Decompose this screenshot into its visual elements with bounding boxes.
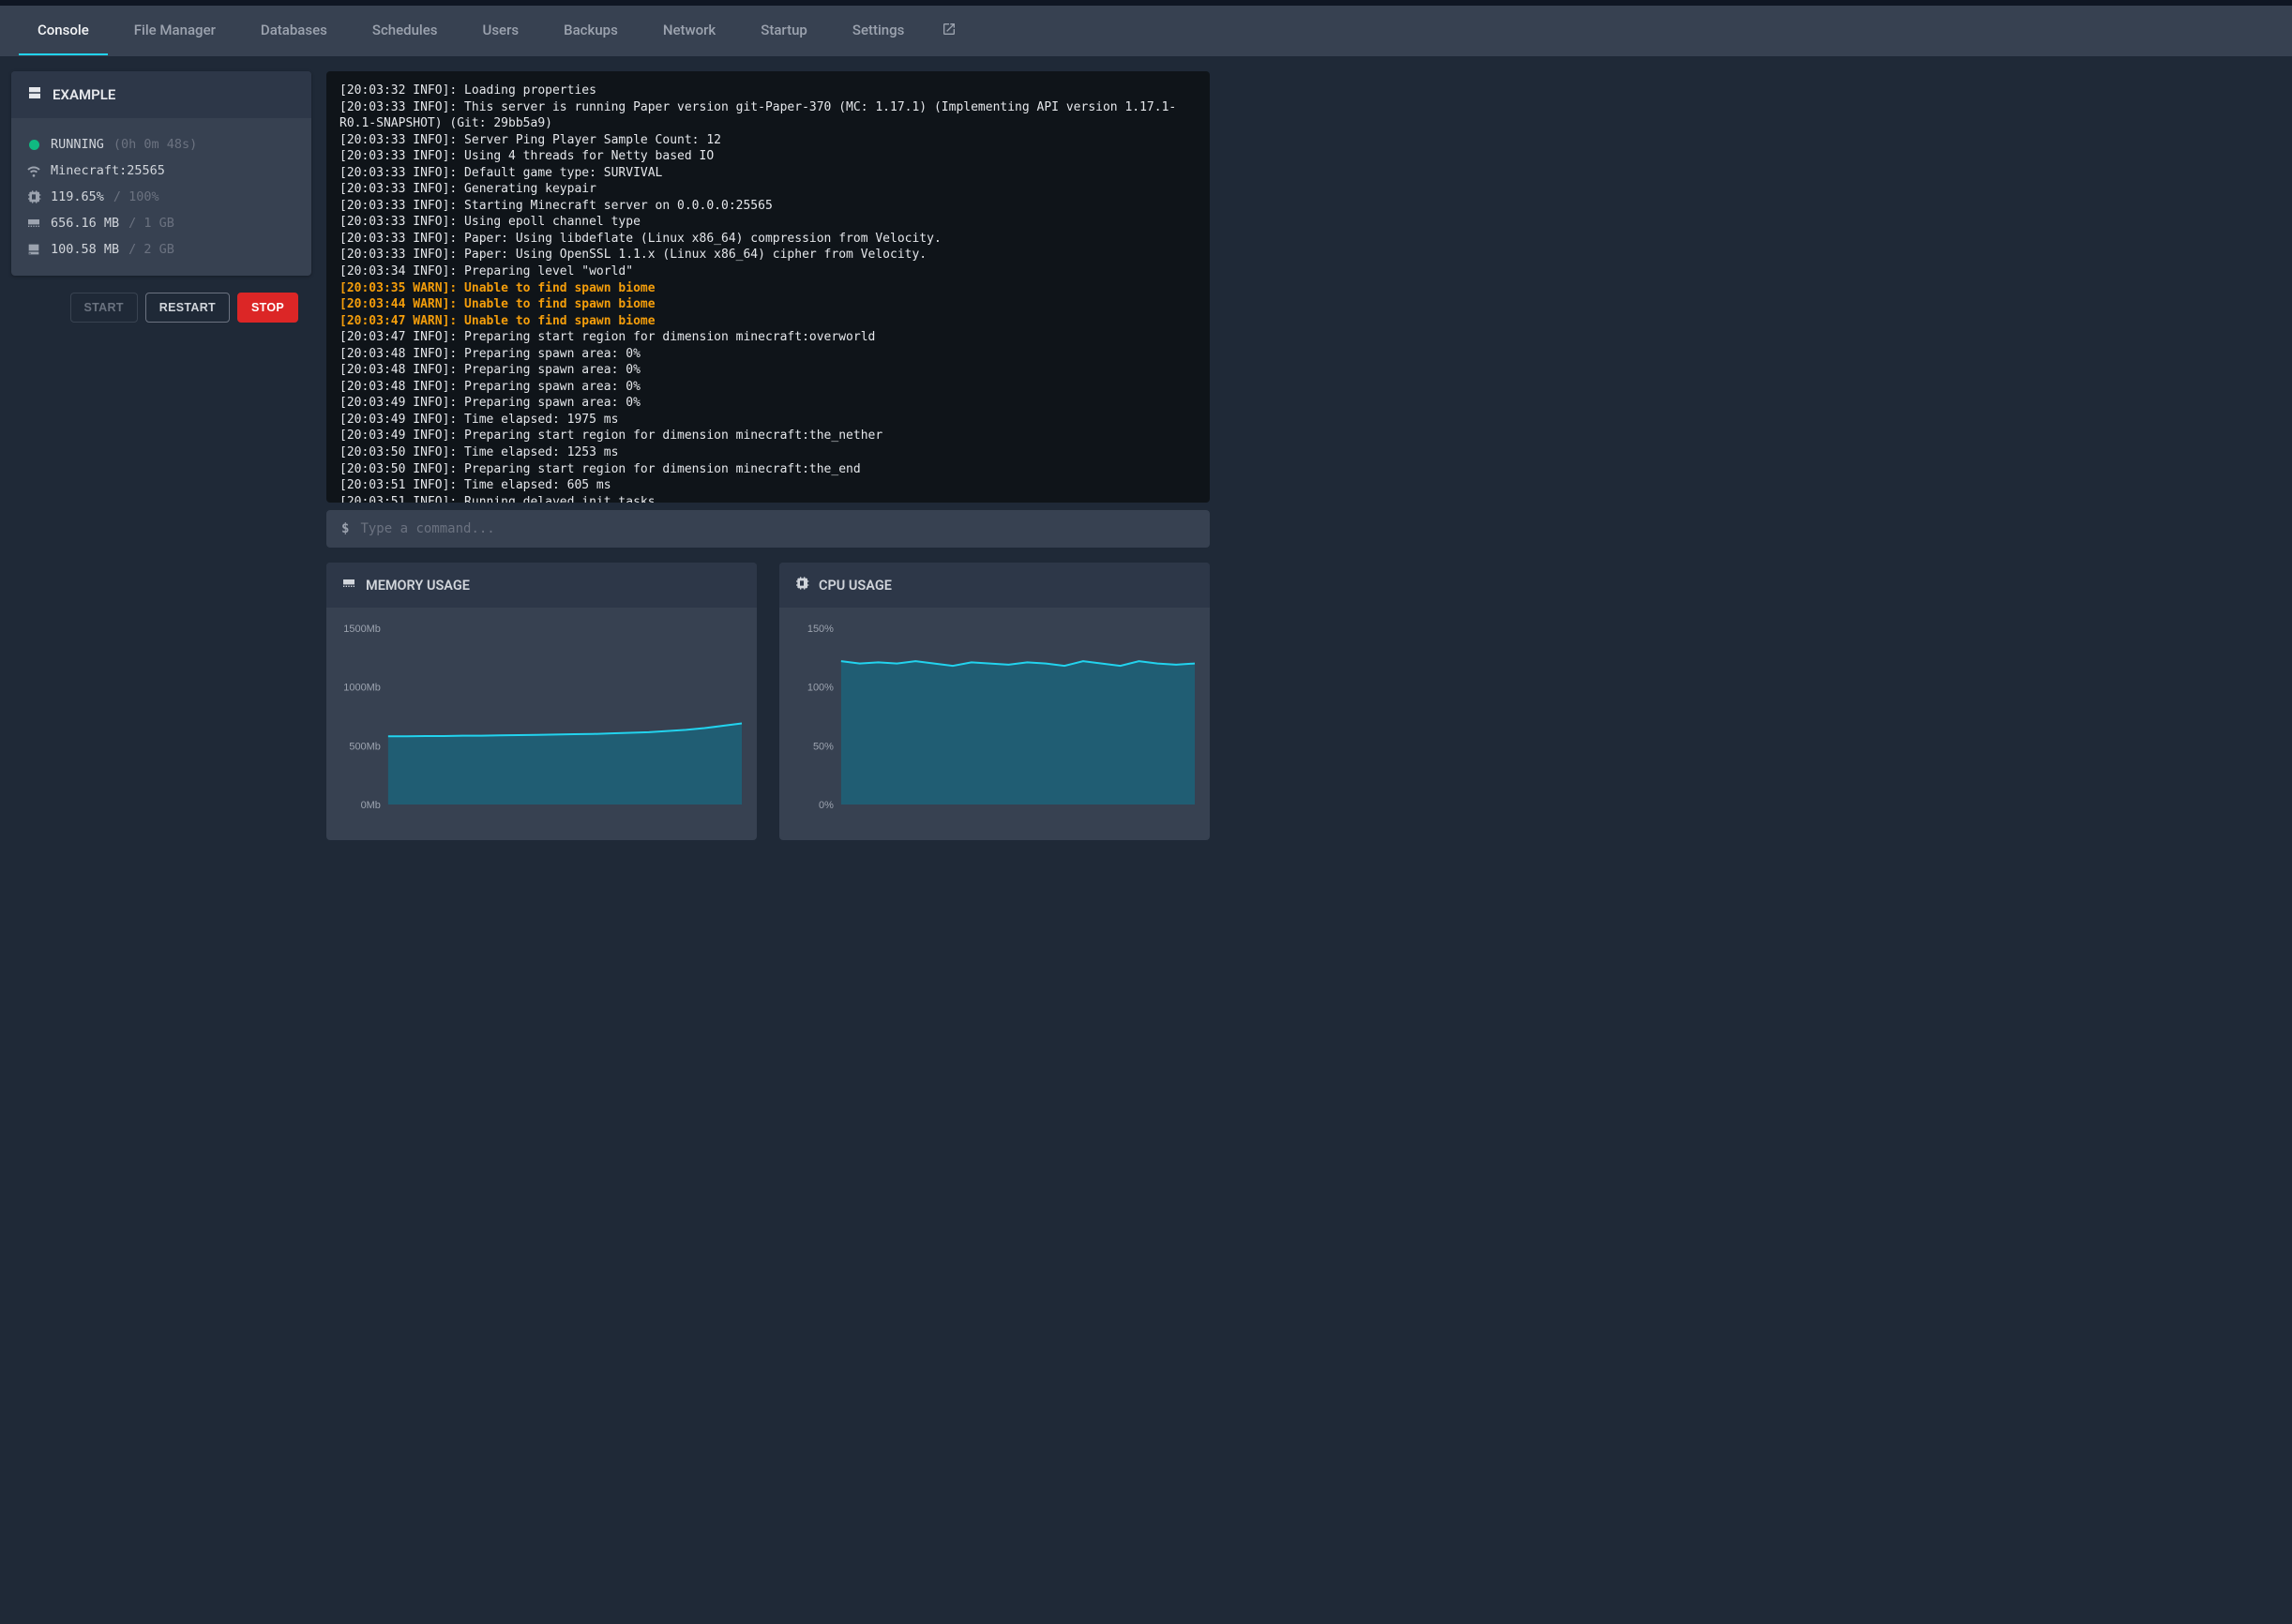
server-info-body: RUNNING (0h 0m 48s) Minecraft:25565 119.…	[11, 118, 311, 276]
console-line: [20:03:34 INFO]: Preparing level "world"	[339, 263, 1197, 280]
memory-icon	[341, 576, 356, 594]
memory-row: 656.16 MB / 1 GB	[26, 210, 296, 236]
console-line: [20:03:33 INFO]: Using epoll channel typ…	[339, 214, 1197, 231]
console-output[interactable]: [20:03:32 INFO]: Loading properties[20:0…	[326, 71, 1210, 503]
sidebar: EXAMPLE RUNNING (0h 0m 48s) Minecraft:25…	[11, 71, 311, 840]
svg-text:500Mb: 500Mb	[349, 741, 381, 752]
memory-icon	[26, 216, 41, 231]
console-line: [20:03:48 INFO]: Preparing spawn area: 0…	[339, 362, 1197, 379]
power-buttons: START RESTART STOP	[11, 276, 311, 339]
svg-text:50%: 50%	[813, 741, 834, 752]
console-line: [20:03:33 INFO]: Default game type: SURV…	[339, 165, 1197, 182]
address-value: Minecraft:25565	[51, 163, 165, 178]
main-nav: Console File Manager Databases Schedules…	[0, 6, 2292, 56]
console-line: [20:03:33 INFO]: Paper: Using libdeflate…	[339, 231, 1197, 248]
svg-text:0%: 0%	[819, 800, 834, 811]
nav-network[interactable]: Network	[644, 7, 734, 55]
console-line: [20:03:44 WARN]: Unable to find spawn bi…	[339, 296, 1197, 313]
console-line: [20:03:49 INFO]: Preparing start region …	[339, 428, 1197, 444]
server-info-header: EXAMPLE	[11, 71, 311, 118]
disk-limit: / 2 GB	[128, 242, 174, 257]
console-line: [20:03:35 WARN]: Unable to find spawn bi…	[339, 280, 1197, 297]
cpu-value: 119.65%	[51, 189, 104, 204]
console-line: [20:03:49 INFO]: Time elapsed: 1975 ms	[339, 412, 1197, 429]
memory-chart-header: MEMORY USAGE	[326, 563, 757, 608]
command-prefix: $	[341, 521, 349, 536]
restart-button[interactable]: RESTART	[145, 293, 230, 323]
console-line: [20:03:50 INFO]: Time elapsed: 1253 ms	[339, 444, 1197, 461]
memory-chart-card: MEMORY USAGE 0Mb 500Mb 1000Mb 1500Mb	[326, 563, 757, 840]
console-line: [20:03:51 INFO]: Time elapsed: 605 ms	[339, 477, 1197, 494]
status-label: RUNNING	[51, 137, 104, 152]
memory-chart-title: MEMORY USAGE	[366, 578, 470, 594]
console-line: [20:03:48 INFO]: Preparing spawn area: 0…	[339, 346, 1197, 363]
console-line: [20:03:50 INFO]: Preparing start region …	[339, 461, 1197, 478]
main-panel: [20:03:32 INFO]: Loading properties[20:0…	[326, 71, 1210, 840]
memory-chart-body: 0Mb 500Mb 1000Mb 1500Mb	[326, 608, 757, 840]
console-line: [20:03:49 INFO]: Preparing spawn area: 0…	[339, 395, 1197, 412]
hdd-icon	[26, 242, 41, 257]
svg-text:0Mb: 0Mb	[361, 800, 381, 811]
memory-chart: 0Mb 500Mb 1000Mb 1500Mb	[336, 623, 747, 820]
server-info-card: EXAMPLE RUNNING (0h 0m 48s) Minecraft:25…	[11, 71, 311, 276]
server-name: EXAMPLE	[53, 86, 115, 103]
status-dot-icon	[26, 140, 41, 150]
uptime: (0h 0m 48s)	[113, 137, 197, 152]
cpu-chart-header: CPU USAGE	[779, 563, 1210, 608]
disk-row: 100.58 MB / 2 GB	[26, 236, 296, 263]
charts-row: MEMORY USAGE 0Mb 500Mb 1000Mb 1500Mb CPU US…	[326, 563, 1210, 840]
console-line: [20:03:33 INFO]: Server Ping Player Samp…	[339, 132, 1197, 149]
console-line: [20:03:51 INFO]: Running delayed init ta…	[339, 494, 1197, 503]
command-input-wrap: $	[326, 510, 1210, 548]
cpu-row: 119.65% / 100%	[26, 184, 296, 210]
microchip-icon	[26, 189, 41, 204]
console-line: [20:03:47 INFO]: Preparing start region …	[339, 329, 1197, 346]
microchip-icon	[794, 576, 809, 594]
stop-button[interactable]: STOP	[237, 293, 298, 323]
console-line: [20:03:32 INFO]: Loading properties	[339, 83, 1197, 99]
nav-file-manager[interactable]: File Manager	[115, 7, 234, 55]
start-button[interactable]: START	[70, 293, 138, 323]
console-line: [20:03:33 INFO]: Paper: Using OpenSSL 1.…	[339, 247, 1197, 263]
status-row: RUNNING (0h 0m 48s)	[26, 131, 296, 158]
cpu-chart-title: CPU USAGE	[819, 578, 892, 594]
content-area: EXAMPLE RUNNING (0h 0m 48s) Minecraft:25…	[0, 56, 1221, 855]
server-icon	[26, 84, 43, 105]
nav-backups[interactable]: Backups	[545, 7, 637, 55]
external-link-icon[interactable]	[930, 7, 968, 55]
nav-users[interactable]: Users	[464, 7, 538, 55]
memory-limit: / 1 GB	[128, 216, 174, 231]
cpu-limit: / 100%	[113, 189, 159, 204]
cpu-chart-card: CPU USAGE 0% 50% 100% 150%	[779, 563, 1210, 840]
wifi-icon	[26, 163, 41, 178]
cpu-chart: 0% 50% 100% 150%	[789, 623, 1200, 820]
memory-value: 656.16 MB	[51, 216, 119, 231]
svg-text:150%: 150%	[807, 624, 834, 635]
nav-settings[interactable]: Settings	[834, 7, 924, 55]
console-line: [20:03:48 INFO]: Preparing spawn area: 0…	[339, 379, 1197, 396]
command-input[interactable]	[360, 521, 1195, 536]
address-row: Minecraft:25565	[26, 158, 296, 184]
disk-value: 100.58 MB	[51, 242, 119, 257]
cpu-chart-body: 0% 50% 100% 150%	[779, 608, 1210, 840]
console-line: [20:03:33 INFO]: Using 4 threads for Net…	[339, 148, 1197, 165]
console-line: [20:03:33 INFO]: This server is running …	[339, 99, 1197, 132]
svg-text:1500Mb: 1500Mb	[343, 624, 381, 635]
nav-console[interactable]: Console	[19, 7, 108, 55]
nav-startup[interactable]: Startup	[742, 7, 826, 55]
console-line: [20:03:33 INFO]: Generating keypair	[339, 181, 1197, 198]
svg-text:100%: 100%	[807, 683, 834, 694]
nav-databases[interactable]: Databases	[242, 7, 346, 55]
console-line: [20:03:33 INFO]: Starting Minecraft serv…	[339, 198, 1197, 215]
nav-schedules[interactable]: Schedules	[354, 7, 457, 55]
svg-text:1000Mb: 1000Mb	[343, 683, 381, 694]
console-line: [20:03:47 WARN]: Unable to find spawn bi…	[339, 313, 1197, 330]
